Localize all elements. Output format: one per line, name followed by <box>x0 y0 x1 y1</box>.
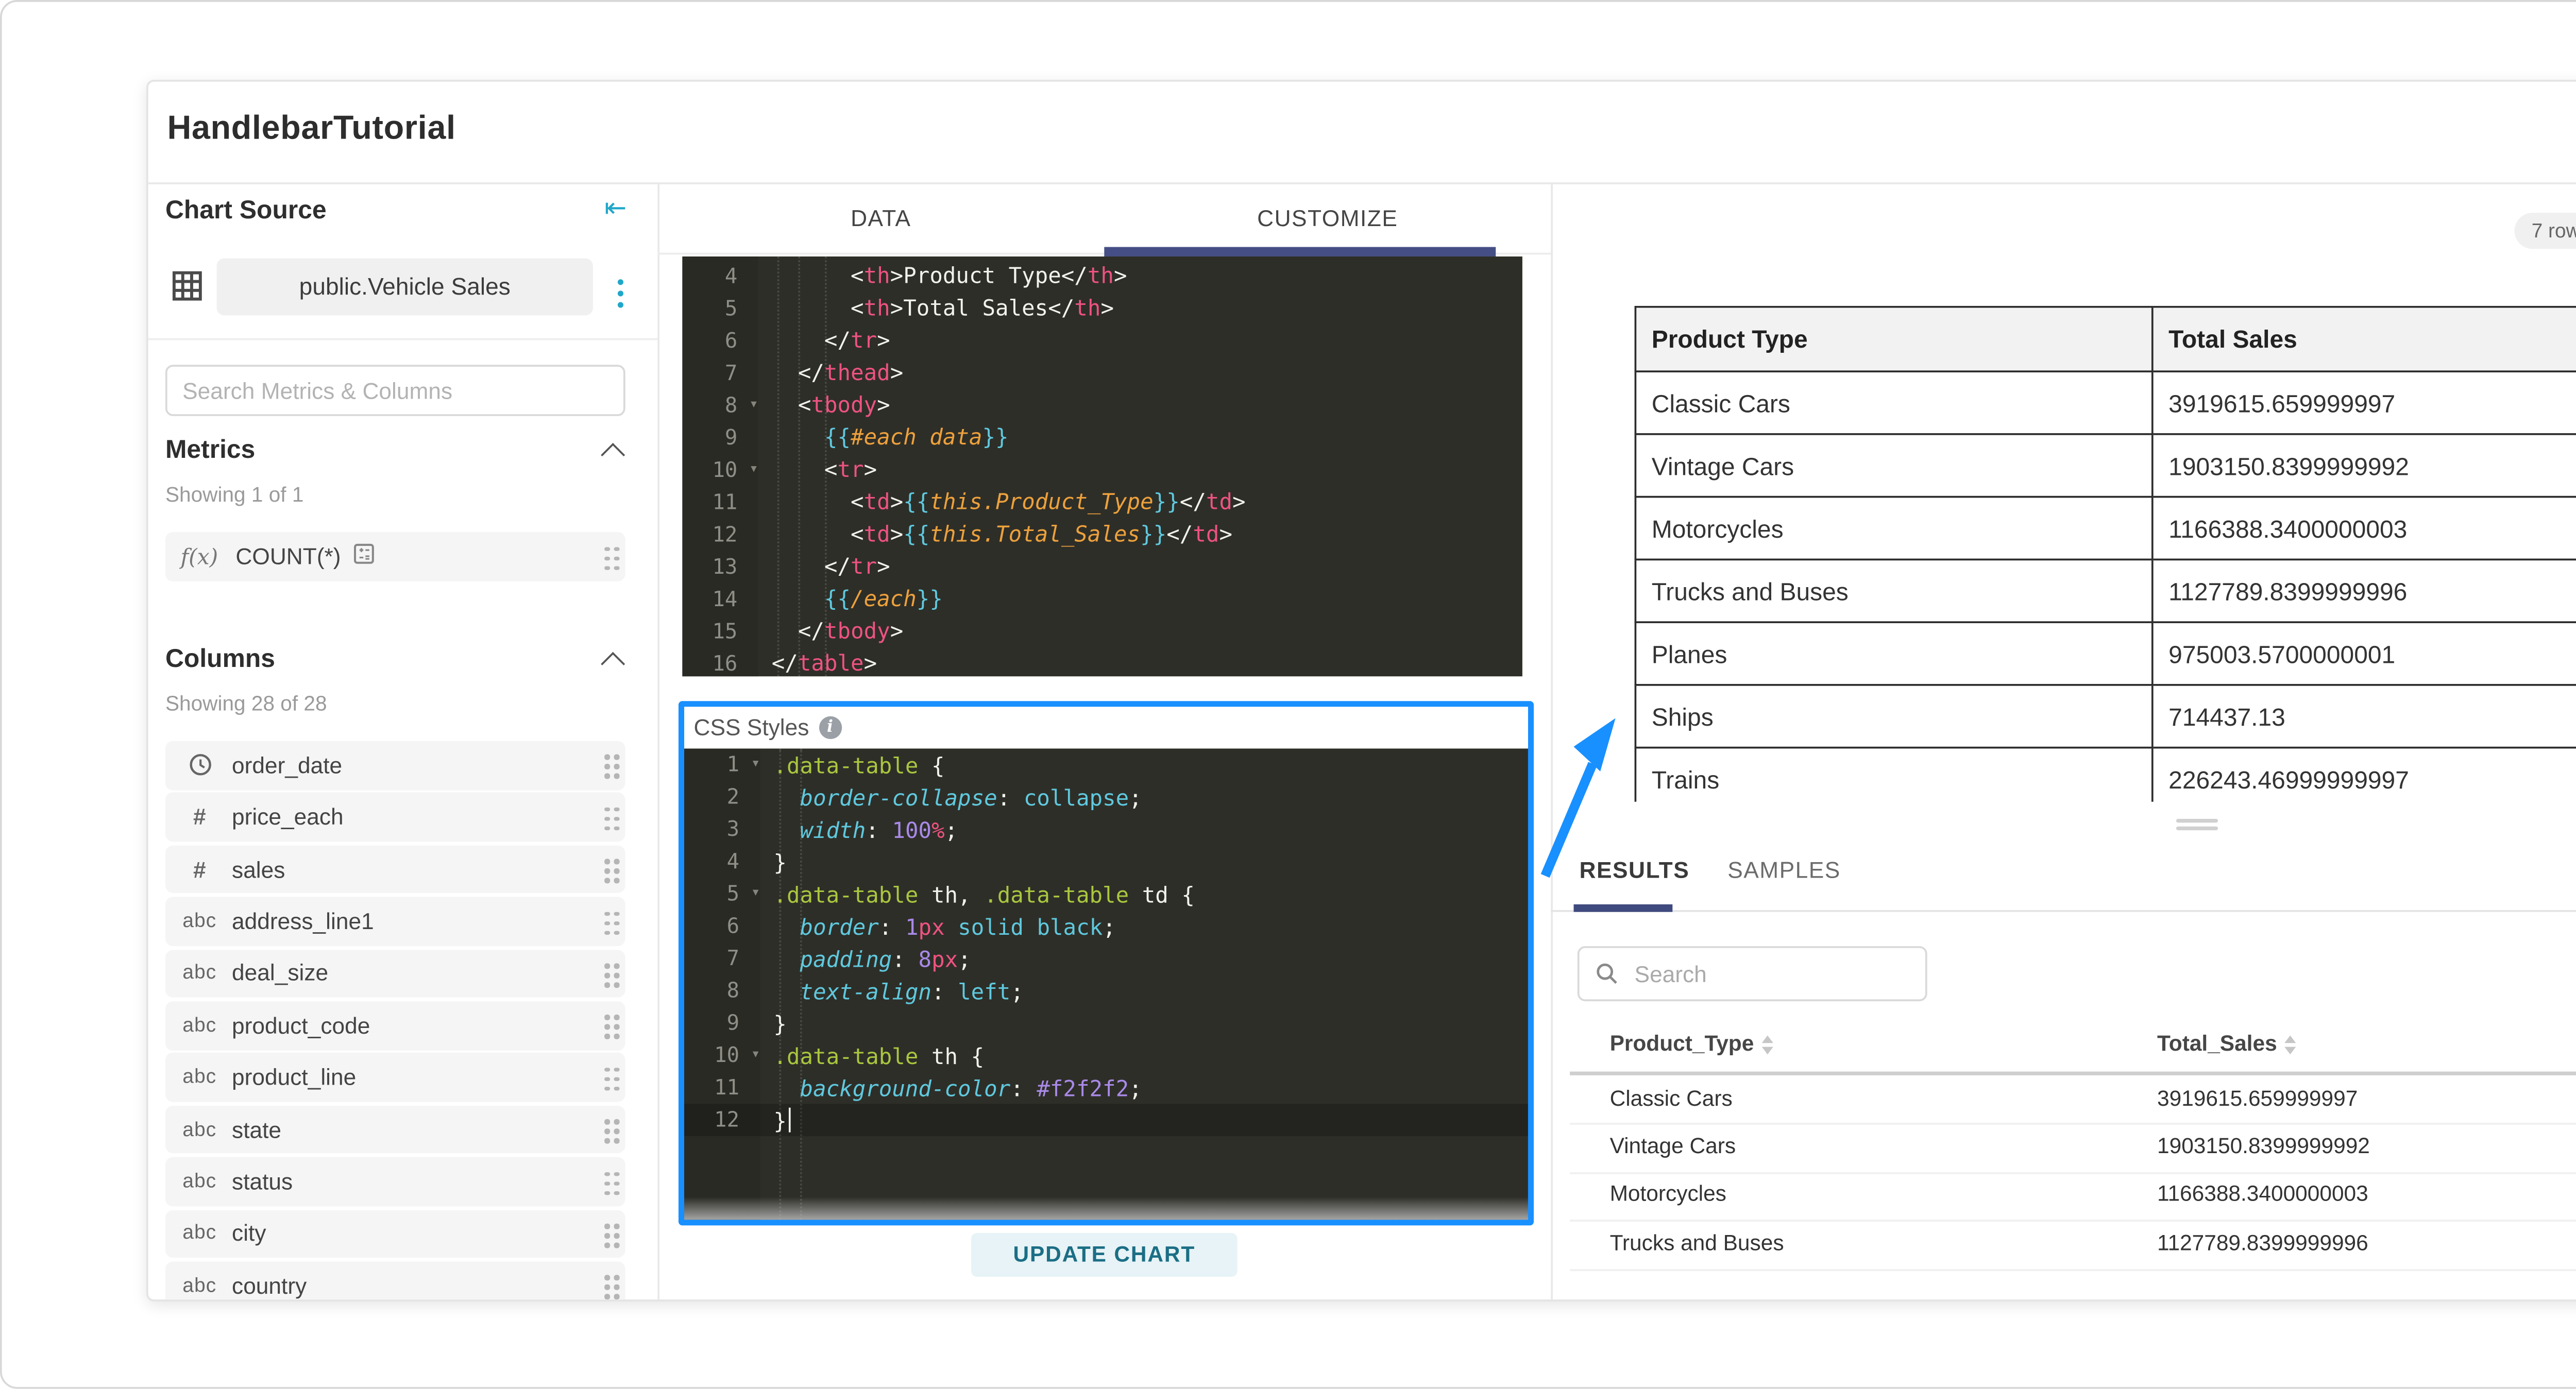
column-item[interactable]: abc state <box>165 1105 625 1154</box>
metric-item-count[interactable]: f(x) COUNT(*) <box>165 531 625 581</box>
column-item[interactable]: order_date <box>165 741 625 790</box>
drag-handle-icon <box>605 1171 611 1177</box>
column-item[interactable]: abc city <box>165 1209 625 1258</box>
columns-section-title: Columns <box>165 644 276 673</box>
panel-resize-handle[interactable] <box>2176 818 2218 832</box>
text-type-icon: abc <box>182 1066 217 1089</box>
explore-card: HandlebarTutorial SAVE ••• Chart Source … <box>146 79 2576 1301</box>
sort-icon <box>2284 1035 2296 1055</box>
drag-handle-icon <box>605 1223 611 1229</box>
column-header: Total Sales <box>2151 305 2576 373</box>
css-styles-editor[interactable]: 1 ▾ .data-table {2 border-collapse: collap… <box>684 748 1528 1220</box>
drag-handle-icon <box>605 807 611 812</box>
results-row: Motorcycles 1166388.3400000003 <box>1570 1172 2576 1222</box>
calculator-icon <box>354 540 375 574</box>
clock-icon <box>180 753 218 778</box>
search-icon <box>1597 963 1617 984</box>
table-header-row: Product Type Total Sales <box>1634 305 2576 373</box>
drag-handle-icon <box>605 1119 611 1125</box>
column-item[interactable]: # sales <box>165 845 625 894</box>
columns-collapse-chevron-icon[interactable] <box>601 651 625 676</box>
drag-handle-icon <box>605 859 611 864</box>
dataset-selector[interactable]: public.Vehicle Sales <box>216 258 593 316</box>
results-tab-indicator <box>1573 904 1673 911</box>
text-type-icon: abc <box>182 1014 217 1037</box>
results-header-divider <box>1570 1071 2576 1075</box>
dataset-grid-icon <box>171 270 204 312</box>
metrics-columns-search-input[interactable] <box>165 365 625 416</box>
dataset-kebab-icon[interactable] <box>617 279 624 286</box>
results-search-input[interactable] <box>1631 958 1910 989</box>
results-row: Vintage Cars 1903150.8399999992 <box>1570 1124 2576 1174</box>
results-column-header[interactable]: Product_Type <box>1610 1034 1773 1056</box>
table-row: Trucks and Buses 1127789.8399999996 <box>1634 558 2576 623</box>
results-column-header[interactable]: Total_Sales <box>2157 1034 2296 1056</box>
tab-data[interactable]: DATA <box>657 184 1104 253</box>
active-tab-indicator <box>1104 247 1496 256</box>
metrics-collapse-chevron-icon[interactable] <box>601 443 625 467</box>
number-type-icon: # <box>193 856 206 883</box>
drag-handle-icon <box>605 755 611 760</box>
info-icon[interactable]: i <box>818 716 842 740</box>
text-type-icon: abc <box>182 910 217 933</box>
table-row: Vintage Cars 1903150.8399999992 <box>1634 433 2576 498</box>
panel-divider-right <box>1551 184 1553 1300</box>
sort-icon <box>1761 1035 1773 1055</box>
control-tabs: DATA CUSTOMIZE <box>657 184 1551 255</box>
metrics-showing-count: Showing 1 of 1 <box>165 484 304 507</box>
column-item[interactable]: abc status <box>165 1157 625 1206</box>
tab-results[interactable]: RESULTS <box>1580 857 1690 884</box>
column-item[interactable]: abc product_line <box>165 1053 625 1102</box>
results-row: Classic Cars 3919615.659999997 <box>1570 1075 2576 1126</box>
metrics-section-title: Metrics <box>165 435 256 464</box>
text-type-icon: abc <box>182 1118 217 1141</box>
column-header: Product Type <box>1634 305 2154 373</box>
text-type-icon: abc <box>182 1274 217 1297</box>
table-row: Ships 714437.13 <box>1634 684 2576 749</box>
results-row: Trucks and Buses 1127789.8399999996 <box>1570 1220 2576 1271</box>
column-item[interactable]: abc address_line1 <box>165 897 625 946</box>
column-item[interactable]: abc product_code <box>165 1001 625 1050</box>
function-icon: f(x) <box>180 543 218 570</box>
text-type-icon: abc <box>182 1222 217 1245</box>
column-item[interactable]: abc deal_size <box>165 949 625 998</box>
chart-source-title: Chart Source <box>165 195 327 225</box>
text-type-icon: abc <box>182 1170 217 1193</box>
results-search <box>1577 946 1927 1002</box>
text-type-icon: abc <box>182 962 217 985</box>
drag-handle-icon <box>605 546 611 552</box>
editor-scroll-fade <box>684 1197 1528 1220</box>
drag-handle-icon <box>605 1067 611 1073</box>
drag-handle-icon <box>605 1015 611 1021</box>
chart-preview: Product Type Total Sales Classic Cars 391… <box>1634 305 2576 802</box>
panel-divider-left <box>657 184 660 1300</box>
drag-handle-icon <box>605 963 611 969</box>
table-row: Classic Cars 3919615.659999997 <box>1634 370 2576 435</box>
tab-samples[interactable]: SAMPLES <box>1727 857 1840 884</box>
rendered-data-table: Product Type Total Sales Classic Cars 391… <box>1634 305 2576 802</box>
results-divider <box>1551 910 2576 912</box>
css-styles-label: CSS Styles <box>693 714 809 741</box>
drag-handle-icon <box>605 911 611 916</box>
column-item[interactable]: # price_each <box>165 793 625 842</box>
handlebars-template-editor[interactable]: 4 < th >Product Type</th >5 < th >Total Sales… <box>682 255 1522 677</box>
screenshot-root: HandlebarTutorial SAVE ••• Chart Source … <box>0 0 2576 1389</box>
tab-customize[interactable]: CUSTOMIZE <box>1104 184 1551 253</box>
update-chart-button[interactable]: UPDATE CHART <box>971 1233 1238 1277</box>
drag-handle-icon <box>605 1275 611 1281</box>
sidebar-divider <box>148 338 658 340</box>
table-row: Planes 975003.5700000001 <box>1634 621 2576 686</box>
row-count-badge: 7 rows <box>2514 213 2576 249</box>
columns-showing-count: Showing 28 of 28 <box>165 693 327 716</box>
collapse-panel-icon[interactable]: ⇤ <box>604 192 626 225</box>
css-styles-highlight-box: CSS Styles i 1 ▾ .data-table {2 border-col… <box>678 701 1534 1226</box>
table-row: Motorcycles 1166388.3400000003 <box>1634 495 2576 561</box>
table-row: Trains 226243.46999999997 <box>1634 746 2576 802</box>
page-title: HandlebarTutorial <box>167 108 456 147</box>
column-item[interactable]: abc country <box>165 1261 625 1300</box>
number-type-icon: # <box>193 803 206 831</box>
